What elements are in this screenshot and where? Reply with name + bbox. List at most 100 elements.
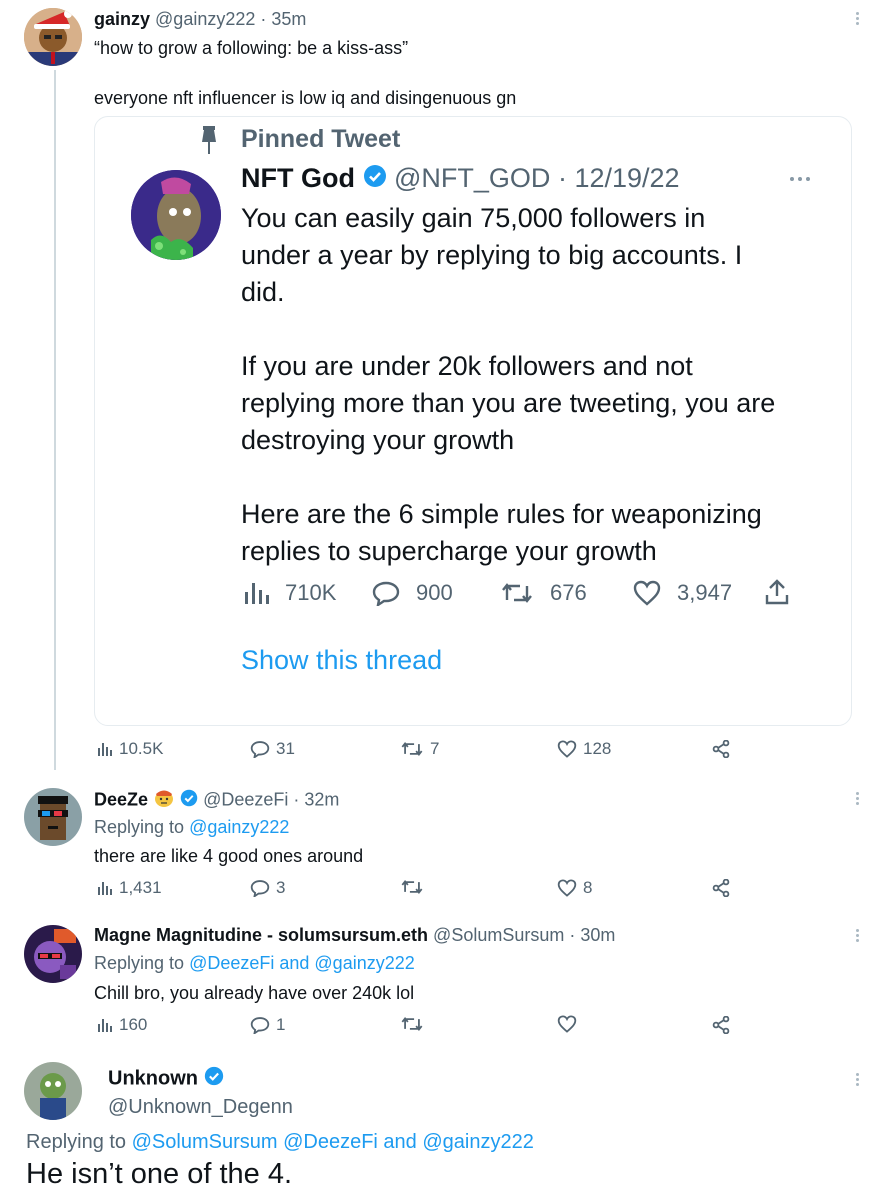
views-count: 160 [119,1015,148,1034]
avatar-magne-icon [24,925,82,983]
reply-header: DeeZe @DeezeFi · 32m [94,788,339,813]
reply-text: Chill bro, you already have over 240k lo… [94,983,415,1003]
like-count: 128 [583,739,612,758]
replying-to: Replying to @gainzy222 [94,817,289,838]
embedded-retweet-count: 676 [550,580,587,605]
author-handle[interactable]: @DeezeFi [203,789,288,809]
avatar-gainzy-icon [24,8,82,66]
like-button[interactable]: 8 [557,878,592,898]
tweet-timestamp[interactable]: · 35m [260,9,306,29]
retweet-icon [401,880,423,894]
share-button[interactable] [712,1016,730,1034]
share-icon [712,740,730,758]
embedded-like-button[interactable]: 3,947 [633,580,732,606]
like-count: 8 [583,878,593,897]
pin-icon [198,124,220,161]
embedded-views-button[interactable]: 710K [243,580,336,606]
like-button[interactable]: 128 [557,739,611,759]
embedded-share-button[interactable] [764,578,790,606]
verified-badge-icon [204,1066,224,1092]
embedded-text-line: replies to supercharge your growth [241,536,657,566]
reply-button[interactable]: 31 [250,739,295,759]
author-handle[interactable]: @Unknown_Degenn [108,1096,293,1119]
embedded-reply-count: 900 [416,580,453,605]
replying-to-handles[interactable]: @gainzy222 [189,817,289,837]
share-button[interactable] [712,740,730,758]
retweet-button[interactable] [400,878,430,896]
author-name[interactable]: gainzy [94,9,150,29]
embedded-views-count: 710K [285,580,337,605]
avatar-unknown-icon [24,1062,82,1120]
author-handle[interactable]: @SolumSursum [433,925,564,945]
analytics-icon [98,743,112,756]
embedded-text-line: You can easily gain 75,000 followers in [241,203,706,233]
embedded-author-handle[interactable]: @NFT_GOD [394,163,550,193]
reply-count: 3 [276,878,286,897]
views-button[interactable]: 1,431 [97,878,162,898]
tweet-timestamp[interactable]: · 32m [293,789,339,809]
embedded-text-line: under a year by replying to big accounts… [241,240,743,270]
embedded-reply-button[interactable]: 900 [372,580,453,606]
verified-badge-icon [363,164,387,195]
affiliate-badge-icon [153,788,175,813]
avatar-nft-god[interactable] [131,170,221,260]
reply-button[interactable]: 1 [250,1015,285,1035]
embedded-author-name[interactable]: NFT God [241,163,355,193]
tweet-header: gainzy @gainzy222 · 35m [94,9,306,30]
verified-badge-icon [180,789,198,812]
share-icon [712,879,730,897]
author-name[interactable]: DeeZe [94,789,148,809]
analytics-icon [98,882,112,895]
avatar-magne[interactable] [24,925,82,983]
embedded-text-line: destroying your growth [241,425,515,455]
embedded-text-line: If you are under 20k followers and not [241,351,693,381]
replying-to-handles[interactable]: @SolumSursum @DeezeFi and @gainzy222 [132,1131,534,1153]
embedded-like-count: 3,947 [677,580,733,605]
embedded-text-line: Here are the 6 simple rules for weaponiz… [241,499,762,529]
embedded-tweet-date[interactable]: · 12/19/22 [558,163,680,193]
share-icon [712,1016,730,1034]
like-button[interactable] [557,1015,583,1033]
show-thread-link[interactable]: Show this thread [241,645,442,676]
heart-icon [557,1015,577,1033]
tweet-text-line1: “how to grow a following: be a kiss-ass” [94,38,409,58]
reply-text: there are like 4 good ones around [94,846,364,866]
more-options-icon[interactable] [856,1073,860,1088]
tweet-timestamp[interactable]: · 30m [569,925,615,945]
reply-button[interactable]: 3 [250,878,285,898]
reply-text: He isn’t one of the 4. [26,1158,292,1190]
retweet-icon [401,742,423,756]
retweet-button[interactable]: 7 [400,739,439,759]
author-name[interactable]: Magne Magnitudine - solumsursum.eth [94,925,428,945]
views-button[interactable]: 10.5K [97,739,163,759]
tweet-text-line2: everyone nft influencer is low iq and di… [94,88,517,108]
share-button[interactable] [712,879,730,897]
more-options-icon[interactable] [856,929,860,944]
retweet-icon [401,1017,423,1031]
avatar-deeze[interactable] [24,788,82,846]
embedded-retweet-button[interactable]: 676 [500,580,587,606]
avatar-unknown[interactable] [24,1062,82,1120]
views-button[interactable]: 160 [97,1015,147,1035]
replying-to-label: Replying to [26,1131,127,1153]
more-options-icon[interactable] [856,792,860,807]
more-options-icon[interactable] [856,12,860,27]
embedded-more-options-icon[interactable] [790,177,810,181]
retweet-icon [502,583,532,603]
replying-to-label: Replying to [94,817,185,837]
author-handle[interactable]: @gainzy222 [155,9,255,29]
share-icon [765,579,789,605]
avatar-gainzy[interactable] [24,8,82,66]
views-count: 10.5K [119,739,164,758]
heart-icon [557,879,577,897]
views-count: 1,431 [119,878,162,897]
embedded-text-line: replying more than you are tweeting, you… [241,388,776,418]
reply-icon [250,741,270,758]
heart-icon [557,740,577,758]
reply-icon [372,581,400,606]
analytics-icon [245,583,269,604]
embedded-tweet-header: NFT God @NFT_GOD · 12/19/22 [241,163,680,195]
author-name[interactable]: Unknown [108,1067,198,1089]
retweet-button[interactable] [400,1015,430,1033]
replying-to-handles[interactable]: @DeezeFi and @gainzy222 [189,953,415,973]
